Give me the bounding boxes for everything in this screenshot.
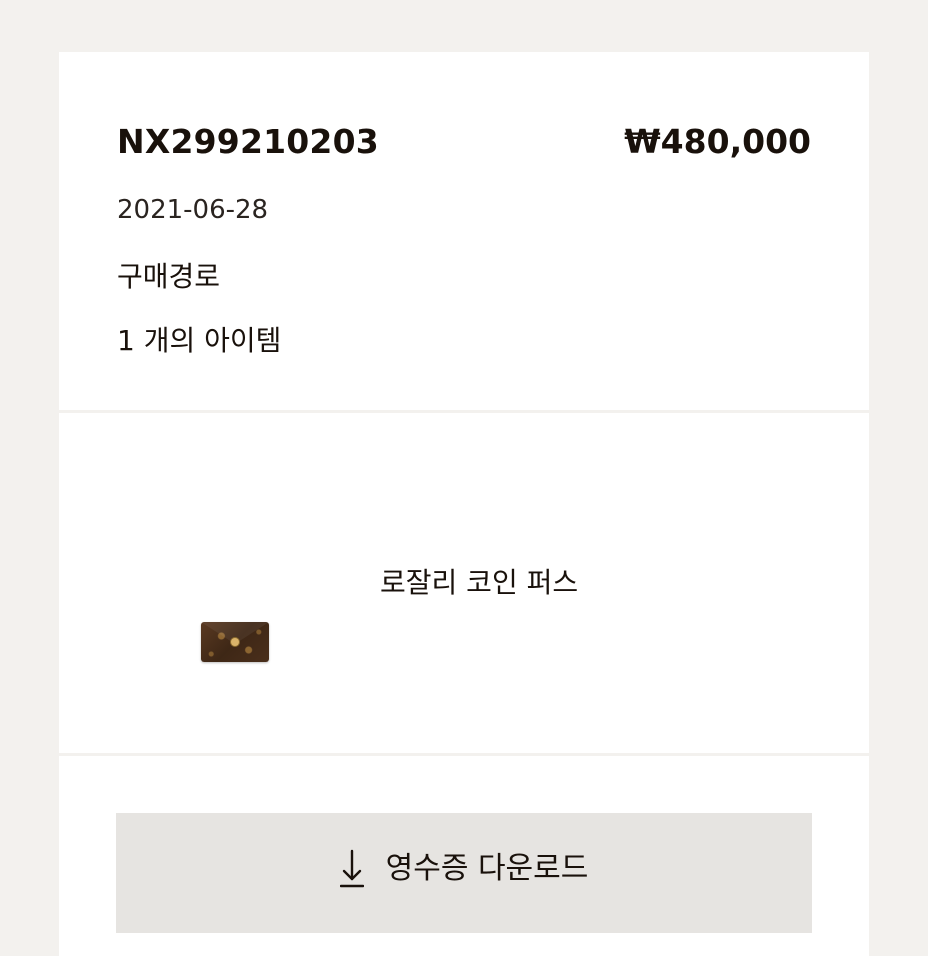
purchase-channel: 구매경로 (117, 260, 221, 293)
coin-purse-product-image[interactable] (201, 622, 269, 662)
download-button-content: 영수증 다운로드 (339, 849, 589, 889)
order-price: ₩480,000 (624, 122, 811, 161)
order-actions-card: 영수증 다운로드 (59, 756, 869, 956)
download-arrow-icon (339, 849, 364, 888)
download-receipt-button[interactable]: 영수증 다운로드 (116, 813, 812, 933)
order-summary-card: NX299210203 ₩480,000 2021-06-28 구매경로 1 개… (59, 52, 869, 410)
purse-snap-button-shape (231, 638, 239, 646)
download-receipt-label: 영수증 다운로드 (385, 851, 589, 886)
order-date: 2021-06-28 (117, 195, 269, 225)
item-count: 1 개의 아이템 (117, 324, 282, 357)
product-name[interactable]: 로잘리 코인 퍼스 (380, 566, 578, 600)
order-number: NX299210203 (117, 122, 379, 161)
order-item-card[interactable]: 로잘리 코인 퍼스 (59, 413, 869, 753)
